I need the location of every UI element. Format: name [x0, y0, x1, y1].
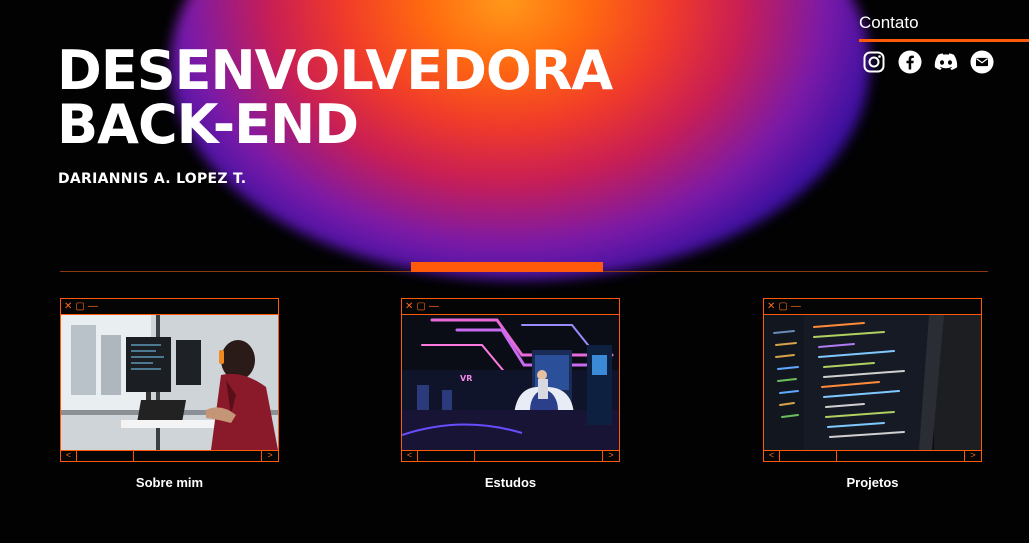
author-name: DARIANNIS A. LOPEZ T.	[58, 171, 247, 187]
hero-title-line1: DESENVOLVEDORA	[57, 39, 613, 102]
social-links	[859, 50, 1029, 74]
hero-title-line2: BACK-END	[57, 93, 359, 156]
window-title-bar: ✕ ▢ —	[764, 299, 981, 315]
window-footer: < >	[764, 450, 981, 461]
close-icon: ✕	[767, 300, 776, 312]
scroll-left-button[interactable]: <	[764, 451, 780, 461]
card-projetos[interactable]: ✕ ▢ — < > Projetos	[763, 298, 982, 490]
card-label[interactable]: Projetos	[763, 475, 982, 490]
email-icon[interactable]	[970, 50, 994, 74]
window-title-bar: ✕ ▢ —	[402, 299, 619, 315]
card-sobre-mim[interactable]: ✕ ▢ — < > Sobre mim	[60, 298, 279, 490]
card-window: ✕ ▢ — < >	[60, 298, 279, 462]
minimize-icon: —	[790, 300, 801, 312]
scrollbar-thumb[interactable]	[77, 451, 134, 461]
card-label[interactable]: Estudos	[401, 475, 620, 490]
close-icon: ✕	[64, 300, 73, 312]
photo-developer-workstation	[61, 315, 278, 450]
window-footer: < >	[61, 450, 278, 461]
scrollbar-thumb[interactable]	[418, 451, 475, 461]
card-estudos[interactable]: ✕ ▢ — VR < > Estudos	[401, 298, 620, 490]
window-title-bar: ✕ ▢ —	[61, 299, 278, 315]
contact-section: Contato	[859, 13, 1029, 74]
card-window: ✕ ▢ — VR < >	[401, 298, 620, 462]
maximize-icon: ▢	[416, 300, 426, 312]
maximize-icon: ▢	[778, 300, 788, 312]
scrollbar-track[interactable]	[837, 451, 965, 461]
minimize-icon: —	[428, 300, 439, 312]
scrollbar-track[interactable]	[134, 451, 262, 461]
photo-code-laptop	[764, 315, 981, 450]
hero-title: DESENVOLVEDORA BACK-END	[57, 39, 613, 156]
svg-text:VR: VR	[460, 374, 472, 383]
divider-accent-bar	[411, 262, 603, 272]
scroll-right-button[interactable]: >	[603, 451, 619, 461]
scroll-left-button[interactable]: <	[61, 451, 77, 461]
facebook-icon[interactable]	[898, 50, 922, 74]
discord-icon[interactable]	[934, 50, 958, 74]
photo-vr-arcade: VR	[402, 315, 619, 450]
minimize-icon: —	[87, 300, 98, 312]
window-footer: < >	[402, 450, 619, 461]
contact-underline	[859, 39, 1029, 42]
scroll-left-button[interactable]: <	[402, 451, 418, 461]
scroll-right-button[interactable]: >	[965, 451, 981, 461]
card-window: ✕ ▢ — < >	[763, 298, 982, 462]
contact-title: Contato	[859, 13, 919, 32]
scrollbar-track[interactable]	[475, 451, 603, 461]
scrollbar-thumb[interactable]	[780, 451, 837, 461]
card-label[interactable]: Sobre mim	[60, 475, 279, 490]
scroll-right-button[interactable]: >	[262, 451, 278, 461]
instagram-icon[interactable]	[862, 50, 886, 74]
maximize-icon: ▢	[75, 300, 85, 312]
close-icon: ✕	[405, 300, 414, 312]
